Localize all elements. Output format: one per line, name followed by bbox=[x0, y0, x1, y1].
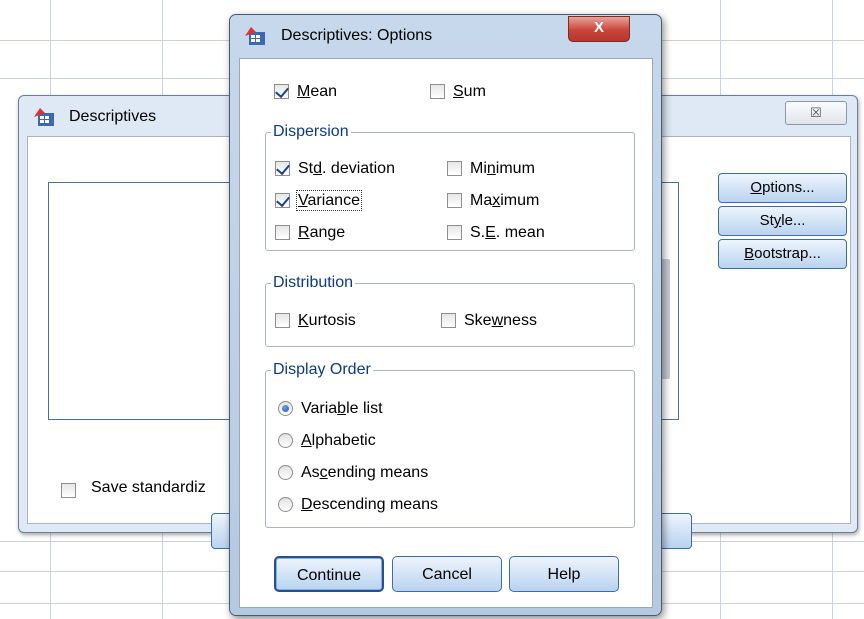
source-variable-list[interactable] bbox=[48, 182, 250, 420]
variable-list-radio[interactable]: Variable list bbox=[278, 398, 383, 420]
checkbox-unchecked-icon bbox=[447, 193, 462, 208]
help-button[interactable] bbox=[658, 513, 692, 549]
minimum-checkbox[interactable]: Minimum bbox=[447, 158, 535, 180]
style-button[interactable]: Style... bbox=[718, 206, 847, 236]
cancel-button[interactable]: Cancel bbox=[392, 556, 502, 592]
se-mean-checkbox[interactable]: S.E. mean bbox=[447, 222, 545, 244]
descriptives-options-dialog: Descriptives: Options X Mean Sum Dispers… bbox=[229, 14, 662, 616]
dialog-title: Descriptives bbox=[69, 108, 157, 125]
display-order-legend: Display Order bbox=[271, 360, 373, 380]
checkbox-unchecked-icon bbox=[430, 84, 445, 99]
checkbox-unchecked-icon bbox=[275, 313, 290, 328]
ascending-means-radio[interactable]: Ascending means bbox=[278, 462, 428, 484]
distribution-group: Distribution Kurtosis Skewness bbox=[265, 273, 635, 347]
sum-checkbox[interactable]: Sum bbox=[430, 81, 486, 103]
dispersion-group: Dispersion Std. deviation Minimum Varian… bbox=[265, 122, 635, 251]
maximum-checkbox[interactable]: Maximum bbox=[447, 190, 539, 212]
spss-app-icon bbox=[33, 107, 55, 132]
checkbox-unchecked-icon bbox=[447, 161, 462, 176]
checkbox-checked-icon bbox=[274, 84, 289, 99]
dialog-title: Descriptives: Options bbox=[281, 27, 433, 44]
std-deviation-checkbox[interactable]: Std. deviation bbox=[275, 158, 395, 180]
dispersion-legend: Dispersion bbox=[271, 122, 351, 142]
display-order-group: Display Order Variable list Alphabetic A… bbox=[265, 360, 635, 528]
variance-checkbox[interactable]: Variance bbox=[275, 190, 362, 212]
alphabetic-radio[interactable]: Alphabetic bbox=[278, 430, 376, 452]
distribution-legend: Distribution bbox=[271, 273, 356, 293]
checkbox-unchecked-icon bbox=[447, 225, 462, 240]
continue-button[interactable]: Continue bbox=[274, 556, 384, 592]
radio-unselected-icon bbox=[278, 465, 293, 480]
bootstrap-button[interactable]: Bootstrap... bbox=[718, 239, 847, 269]
help-button[interactable]: Help bbox=[509, 556, 619, 592]
save-standardized-checkbox[interactable] bbox=[61, 482, 84, 500]
spss-app-icon bbox=[244, 26, 266, 51]
radio-unselected-icon bbox=[278, 433, 293, 448]
dialog-body: Mean Sum Dispersion Std. deviation Minim… bbox=[239, 58, 653, 608]
close-button[interactable]: X bbox=[568, 16, 630, 42]
mean-checkbox[interactable]: Mean bbox=[274, 81, 337, 103]
descending-means-radio[interactable]: Descending means bbox=[278, 494, 438, 516]
skewness-checkbox[interactable]: Skewness bbox=[441, 310, 537, 332]
checkbox-unchecked-icon bbox=[275, 225, 290, 240]
options-button[interactable]: Options... bbox=[718, 173, 847, 203]
checkbox-checked-icon bbox=[275, 193, 290, 208]
kurtosis-checkbox[interactable]: Kurtosis bbox=[275, 310, 356, 332]
checkbox-unchecked-icon bbox=[441, 313, 456, 328]
radio-selected-icon bbox=[278, 401, 293, 416]
checkbox-checked-icon bbox=[275, 161, 290, 176]
radio-unselected-icon bbox=[278, 497, 293, 512]
save-standardized-label: Save standardiz bbox=[91, 479, 206, 496]
close-button[interactable]: ☒ bbox=[785, 101, 847, 125]
range-checkbox[interactable]: Range bbox=[275, 222, 345, 244]
